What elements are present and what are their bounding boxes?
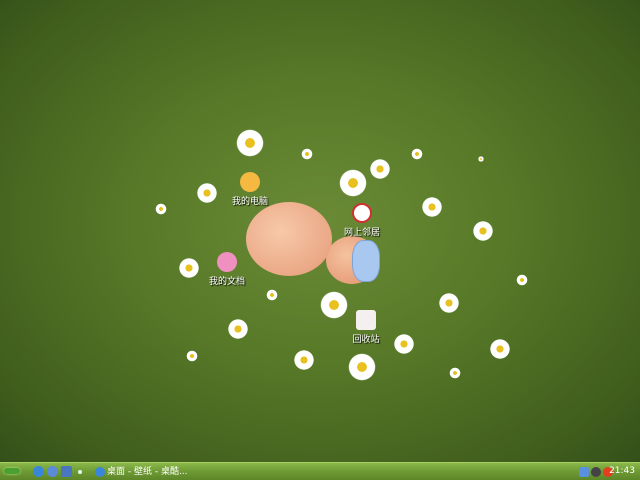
desktop-icon-recycle-bin[interactable]: 回收站 [336,310,396,345]
sound-icon[interactable] [591,467,601,477]
desktop-icon-my-documents[interactable]: 我的文档 [197,252,257,287]
daisy-flower [411,148,423,160]
daisy-flower [155,203,167,215]
ie-icon [95,467,105,477]
quick-launch-expand-icon[interactable] [78,470,82,474]
daisy-flower [478,156,484,162]
ie-icon[interactable] [33,466,44,477]
daisy-flower [369,158,391,180]
recycle-bin-icon [356,310,376,330]
outlook-icon[interactable] [61,466,72,477]
clock[interactable]: 21:43 [609,466,635,476]
taskbar: 桌面 - 壁纸 - 桌酷... 21:43 [0,462,640,480]
daisy-flower [421,196,443,218]
my-computer-icon [240,172,260,192]
icon-label: 回收站 [352,335,380,345]
my-documents-icon [217,252,237,272]
taskbar-button-browser[interactable]: 桌面 - 壁纸 - 桌酷... [94,465,194,479]
daisy-flower [347,352,377,382]
daisy-flower [438,292,460,314]
icon-label: 我的电脑 [231,197,268,207]
icon-label: 网上邻居 [343,228,380,238]
task-label: 桌面 - 壁纸 - 桌酷... [107,467,188,477]
start-button[interactable] [4,468,20,474]
daisy-flower [196,182,218,204]
daisy-flower [235,128,265,158]
daisy-flower [489,338,511,360]
daisy-flower [516,274,528,286]
daisy-flower [449,367,461,379]
daisy-flower [338,168,368,198]
media-icon[interactable] [47,466,58,477]
daisy-flower [393,333,415,355]
desktop-icon-network-places[interactable]: 网上邻居 [332,203,392,238]
network-icon[interactable] [579,467,589,477]
daisy-flower [301,148,313,160]
daisy-flower [227,318,249,340]
desktop-icon-my-computer[interactable]: 我的电脑 [220,172,280,207]
desktop: 我的电脑 网上邻居 我的文档 回收站 [0,0,640,462]
daisy-flower [472,220,494,242]
icon-label: 我的文档 [208,277,245,287]
network-places-icon [352,203,372,223]
daisy-flower [293,349,315,371]
daisy-flower [266,289,278,301]
daisy-flower [186,350,198,362]
